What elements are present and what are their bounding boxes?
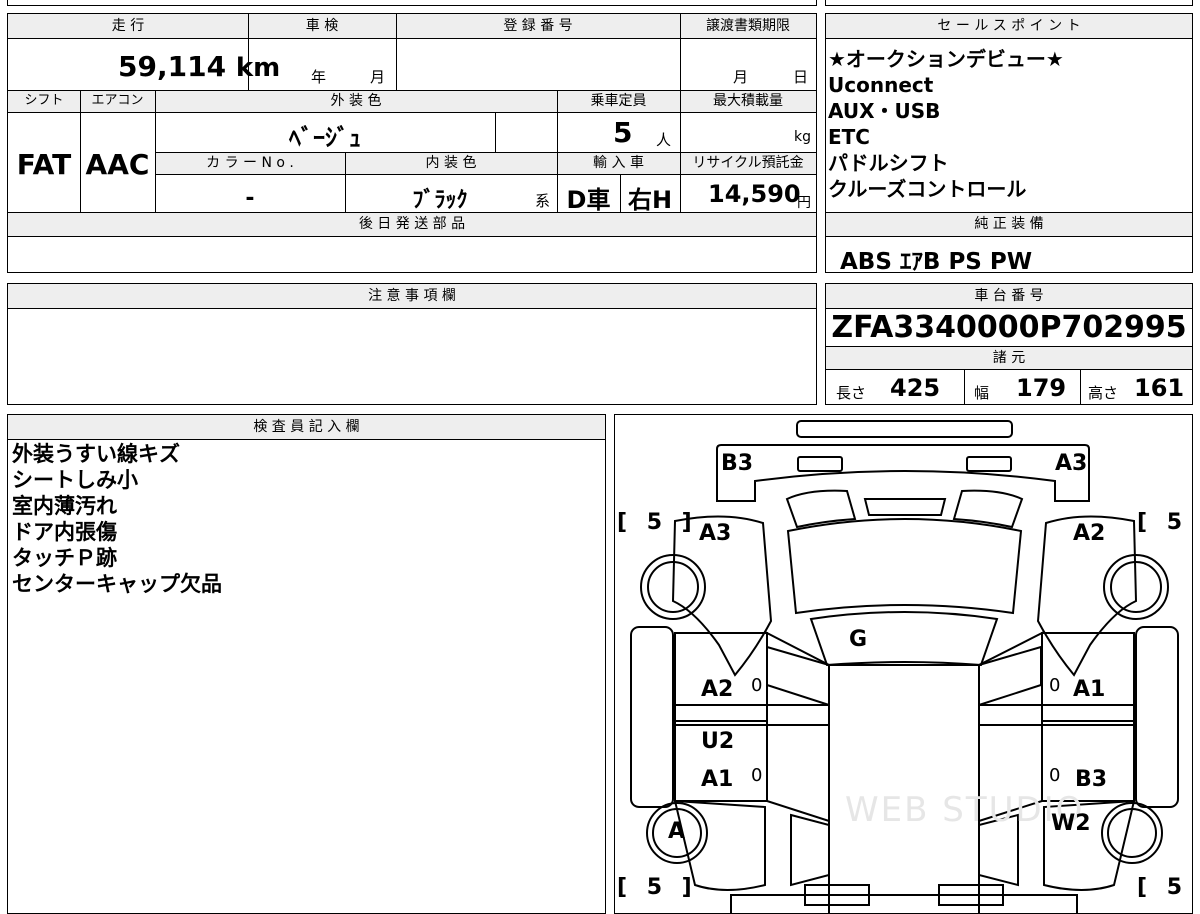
- top-partial-strip-right: [825, 0, 1193, 6]
- transfer-day: 日: [793, 68, 809, 86]
- inspection-label: 車 検: [305, 18, 339, 34]
- car-diagram: WEB STUDIO B3 A3 A3 A2 G A2 0 0 A1 U2 A1…: [614, 414, 1193, 914]
- label-zero: 0: [751, 765, 763, 786]
- tire-front-left: [ 5 ]: [617, 510, 698, 535]
- interior-color-label: 内 装 色: [425, 155, 477, 171]
- watermark: WEB STUDIO: [845, 790, 1085, 830]
- capacity-value: 5: [613, 116, 633, 149]
- label-zero: 0: [751, 675, 763, 696]
- sales-point-item: クルーズコントロール: [828, 177, 1027, 201]
- tire-rear-right: [ 5 ]: [1137, 875, 1192, 900]
- label-a2-right-fender: A2: [1073, 521, 1106, 546]
- label-b3-right-rear-door: B3: [1075, 767, 1108, 792]
- inspector-note: ドア内張傷: [12, 520, 117, 544]
- transfer-month: 月: [733, 68, 749, 86]
- import-d: D車: [566, 186, 611, 214]
- capacity-unit: 人: [656, 131, 672, 149]
- height-label: 高さ: [1088, 384, 1119, 402]
- exterior-color-label: 外 装 色: [330, 93, 382, 109]
- height-value: 161: [1134, 374, 1185, 402]
- sales-points-box: セ ー ル ス ポ イ ン ト ★オークションデビュー★ Uconnect AU…: [825, 13, 1193, 275]
- inspection-month: 月: [370, 68, 386, 86]
- recycle-label: リサイクル預託金: [692, 155, 804, 171]
- mileage-label: 走 行: [111, 18, 145, 34]
- label-a1-left-rear-door: A1: [701, 767, 734, 792]
- label-u2: U2: [701, 729, 735, 754]
- recycle-unit: 円: [797, 195, 811, 211]
- max-load-label: 最大積載量: [713, 93, 783, 109]
- equipment-value: ABS ｴｱB PS PW: [840, 249, 1033, 275]
- max-load-unit: kg: [794, 129, 811, 145]
- chassis-box: 車 台 番 号 ZFA3340000P702995 諸 元 長さ 425 幅 1…: [825, 283, 1193, 405]
- interior-color-value: ﾌﾞﾗｯｸ: [412, 188, 468, 213]
- import-hand: 右H: [627, 186, 673, 214]
- later-parts-label: 後 日 発 送 部 品: [358, 216, 466, 232]
- import-label: 輸 入 車: [593, 155, 644, 171]
- aircon-value: AAC: [85, 148, 150, 181]
- label-a2-left-door: A2: [701, 677, 734, 702]
- inspector-note: 外装うすい線キズ: [12, 442, 180, 466]
- inspector-box: 検 査 員 記 入 欄 外装うすい線キズ シートしみ小 室内薄汚れ ドア内張傷 …: [7, 414, 606, 914]
- width-label: 幅: [974, 384, 990, 402]
- label-w2-rear-wheel: W2: [1051, 811, 1091, 836]
- label-zero: 0: [1049, 675, 1061, 696]
- equipment-label: 純 正 装 備: [974, 216, 1044, 232]
- inspector-note: センターキャップ欠品: [12, 572, 222, 596]
- notes-label: 注 意 事 項 欄: [368, 288, 456, 304]
- sales-point-item: パドルシフト: [828, 151, 949, 175]
- label-g-windshield: G: [849, 627, 868, 652]
- capacity-label: 乗車定員: [590, 93, 647, 109]
- color-no-label: カ ラ ー N o .: [206, 155, 294, 171]
- specs-label: 諸 元: [992, 350, 1026, 366]
- mileage-value: 59,114 km: [118, 50, 281, 83]
- notes-box: 注 意 事 項 欄: [7, 283, 817, 405]
- chassis-number: ZFA3340000P702995: [831, 310, 1187, 345]
- length-label: 長さ: [836, 384, 867, 402]
- sales-point-item: Uconnect: [828, 73, 934, 97]
- inspector-note: シートしみ小: [12, 468, 138, 492]
- inspection-year: 年: [311, 68, 327, 86]
- chassis-label: 車 台 番 号: [974, 288, 1044, 304]
- top-partial-strip: [7, 0, 817, 6]
- width-value: 179: [1016, 374, 1067, 402]
- sales-point-item: ★オークションデビュー★: [828, 47, 1064, 71]
- label-b3-front: B3: [721, 451, 754, 476]
- inspector-note: 室内薄汚れ: [12, 494, 117, 518]
- label-a3-front: A3: [1055, 451, 1088, 476]
- shift-label: シフト: [24, 93, 64, 108]
- aircon-label: エアコン: [91, 93, 144, 108]
- info-table: 走 行 車 検 登 録 番 号 譲渡書類期限 59,114 km 年 月 月 日…: [7, 13, 817, 273]
- label-zero: 0: [1049, 765, 1061, 786]
- inspector-note: タッチＰ跡: [12, 546, 117, 570]
- label-a1-right-door: A1: [1073, 677, 1106, 702]
- recycle-value: 14,590: [708, 180, 801, 208]
- sales-points-list: ★オークションデビュー★ Uconnect AUX・USB ETC パドルシフト…: [828, 46, 1064, 202]
- tire-rear-left: [ 5 ]: [617, 875, 698, 900]
- inspector-label: 検 査 員 記 入 欄: [253, 419, 360, 435]
- label-a-rear-wheel: A: [668, 819, 686, 844]
- sales-point-item: ETC: [828, 125, 870, 149]
- interior-color-suffix: 系: [535, 192, 551, 210]
- tire-front-right: [ 5 ]: [1137, 510, 1192, 535]
- transfer-deadline-label: 譲渡書類期限: [706, 18, 790, 34]
- car-outline: [630, 420, 1179, 913]
- shift-value: FAT: [16, 148, 72, 181]
- exterior-color-value: ﾍﾞｰｼﾞｭ: [289, 124, 361, 152]
- color-no-value: -: [245, 186, 255, 211]
- label-a3-left-fender: A3: [699, 521, 732, 546]
- sales-points-label: セ ー ル ス ポ イ ン ト: [937, 18, 1081, 34]
- inspector-notes-list: 外装うすい線キズ シートしみ小 室内薄汚れ ドア内張傷 タッチＰ跡 センターキャ…: [12, 441, 222, 597]
- length-value: 425: [890, 374, 941, 402]
- registration-label: 登 録 番 号: [503, 18, 573, 34]
- sales-point-item: AUX・USB: [828, 99, 941, 123]
